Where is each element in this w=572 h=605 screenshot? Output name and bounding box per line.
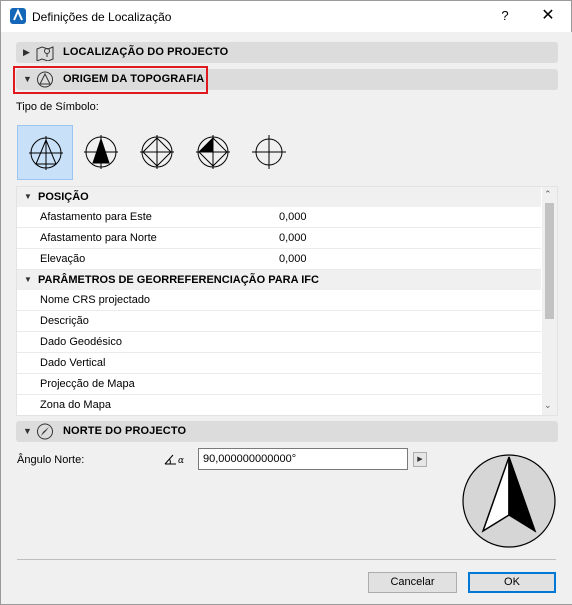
collapse-arrow-icon[interactable]: ▼ <box>24 275 32 284</box>
property-label: Descrição <box>40 315 89 327</box>
property-label: Nome CRS projectado <box>40 294 151 306</box>
section-title: LOCALIZAÇÃO DO PROJECTO <box>63 46 229 58</box>
scrollbar-thumb[interactable] <box>545 203 554 319</box>
table-row[interactable]: Dado Geodésico <box>17 332 541 353</box>
ok-button[interactable]: OK <box>468 572 556 593</box>
divider <box>17 559 556 560</box>
section-project-north[interactable]: ▼ NORTE DO PROJECTO <box>16 421 558 442</box>
section-title: NORTE DO PROJECTO <box>63 425 187 437</box>
symbol-triangle-outline-option[interactable] <box>17 125 73 180</box>
table-row[interactable]: Zona do Mapa <box>17 395 541 415</box>
scroll-down-icon[interactable]: ⌄ <box>544 400 552 411</box>
archicad-app-icon <box>10 8 26 24</box>
property-value[interactable]: 0,000 <box>279 211 307 223</box>
table-row[interactable]: Projecção de Mapa <box>17 374 541 395</box>
property-label: Projecção de Mapa <box>40 378 135 390</box>
expand-arrow-icon[interactable]: ▶ <box>23 47 30 58</box>
property-label: Dado Vertical <box>40 357 106 369</box>
property-label: Zona do Mapa <box>40 399 111 411</box>
property-value[interactable]: 0,000 <box>279 232 307 244</box>
symbol-diamond-outline-option[interactable] <box>129 125 185 180</box>
compass-icon <box>36 423 54 440</box>
table-row[interactable]: Afastamento para Este 0,000 <box>17 207 541 228</box>
property-label: Afastamento para Norte <box>40 232 157 244</box>
position-group-header[interactable]: ▼ POSIÇÃO <box>17 187 541 207</box>
title-bar: Definições de Localização ? ✕ <box>1 1 571 32</box>
table-row[interactable]: Dado Vertical <box>17 353 541 374</box>
property-label: Dado Geodésico <box>40 336 122 348</box>
properties-scrollbar[interactable]: ⌃ ⌄ <box>542 187 557 415</box>
svg-text:α: α <box>178 456 184 466</box>
symbol-diamond-half-filled-option[interactable] <box>185 125 241 180</box>
collapse-arrow-icon[interactable]: ▼ <box>23 426 32 436</box>
properties-table: ▼ POSIÇÃO Afastamento para Este 0,000 Af… <box>16 186 558 416</box>
north-angle-label: Ângulo Norte: <box>17 454 85 466</box>
map-pin-icon <box>36 44 54 62</box>
table-row[interactable]: Nome CRS projectado <box>17 290 541 311</box>
close-button[interactable]: ✕ <box>531 5 565 27</box>
property-label: Elevação <box>40 253 86 265</box>
symbol-triangle-filled-option[interactable] <box>73 125 129 180</box>
group-title: POSIÇÃO <box>38 191 89 203</box>
cancel-button[interactable]: Cancelar <box>368 572 457 593</box>
table-row[interactable]: Descrição <box>17 311 541 332</box>
section-project-location[interactable]: ▶ LOCALIZAÇÃO DO PROJECTO <box>16 42 558 63</box>
symbol-type-picker <box>17 125 297 181</box>
location-settings-dialog: Definições de Localização ? ✕ ▶ LOCALIZA… <box>0 0 572 605</box>
help-button[interactable]: ? <box>493 5 517 27</box>
collapse-arrow-icon[interactable]: ▼ <box>24 192 32 201</box>
angle-icon: α <box>163 452 193 468</box>
ifc-group-header[interactable]: ▼ PARÂMETROS DE GEORREFERENCIAÇÃO PARA I… <box>17 270 541 290</box>
north-direction-preview[interactable] <box>461 453 557 549</box>
highlight-frame <box>13 66 208 94</box>
table-row[interactable]: Elevação 0,000 <box>17 249 541 270</box>
table-row[interactable]: Afastamento para Norte 0,000 <box>17 228 541 249</box>
property-value[interactable]: 0,000 <box>279 253 307 265</box>
scroll-up-icon[interactable]: ⌃ <box>544 189 552 200</box>
property-label: Afastamento para Este <box>40 211 152 223</box>
window-title: Definições de Localização <box>32 10 172 24</box>
angle-arrow-button[interactable]: ▶ <box>413 452 427 467</box>
symbol-type-label: Tipo de Símbolo: <box>16 101 99 113</box>
north-angle-input[interactable]: 90,000000000000° <box>198 448 408 470</box>
symbol-crosshair-option[interactable] <box>241 125 297 180</box>
group-title: PARÂMETROS DE GEORREFERENCIAÇÃO PARA IFC <box>38 274 319 286</box>
dialog-content: ▶ LOCALIZAÇÃO DO PROJECTO ▼ ORIGEM DA TO… <box>2 32 572 604</box>
